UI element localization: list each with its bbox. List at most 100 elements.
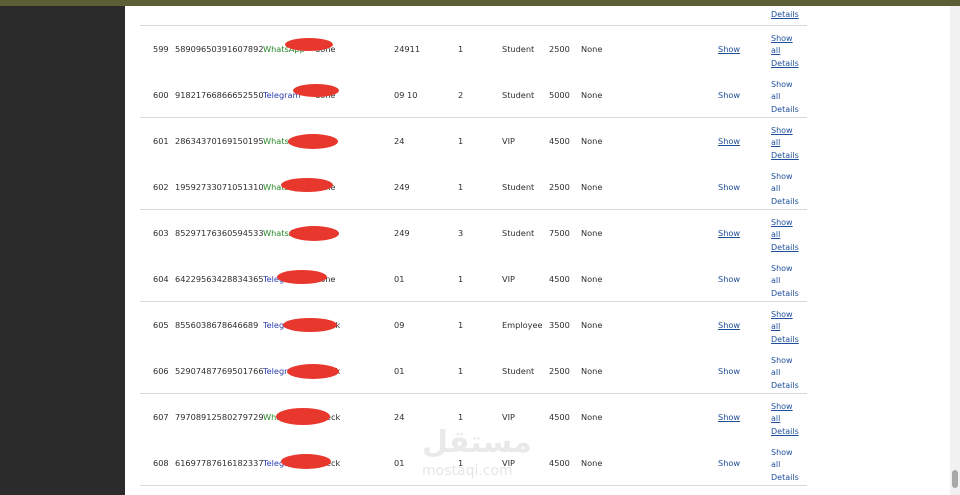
show-all-details-link[interactable]: Show all Details — [771, 447, 811, 484]
details-link-line[interactable]: Details — [771, 58, 811, 70]
order-id: 28634370169150195 — [175, 136, 264, 146]
note: None — [581, 320, 603, 330]
show-link[interactable]: Show — [718, 136, 740, 146]
details-link-line[interactable]: all — [771, 91, 811, 103]
details-link-line[interactable]: Details — [771, 150, 811, 162]
show-link[interactable]: Show — [718, 366, 740, 376]
details-link-line[interactable]: Details — [771, 426, 811, 438]
details-link-line[interactable]: Show — [771, 33, 811, 45]
quantity: 1 — [458, 136, 464, 146]
quantity: 1 — [458, 366, 464, 376]
details-link-line[interactable]: Show — [771, 447, 811, 459]
show-all-details-link[interactable]: Show all Details — [771, 217, 811, 254]
details-link-line[interactable]: Details — [771, 288, 811, 300]
phone-number: 24 — [394, 412, 405, 422]
show-link[interactable]: Show — [718, 274, 740, 284]
watermark-text: mostaqi.com — [422, 463, 513, 479]
details-link-line[interactable]: Details — [771, 104, 811, 116]
details-link-line[interactable]: Show — [771, 309, 811, 321]
note: None — [581, 182, 603, 192]
details-link-line[interactable]: all — [771, 183, 811, 195]
watermark: مستقل mostaqi.com — [402, 425, 542, 487]
phone-number: 09 — [394, 320, 405, 330]
scrollbar-thumb[interactable] — [952, 470, 958, 488]
price: 7500 — [549, 228, 570, 238]
details-link-line[interactable]: all — [771, 459, 811, 471]
price: 4500 — [549, 412, 570, 422]
show-link[interactable]: Show — [718, 320, 740, 330]
details-link-line[interactable]: all — [771, 367, 811, 379]
details-link-line[interactable]: all — [771, 275, 811, 287]
details-link-line[interactable]: Show — [771, 79, 811, 91]
show-all-details-link[interactable]: Show all Details — [771, 263, 811, 300]
row-number: 606 — [153, 366, 169, 376]
details-link-line[interactable]: Show — [771, 171, 811, 183]
vertical-scrollbar[interactable] — [950, 6, 960, 495]
details-link-line[interactable]: Show — [771, 125, 811, 137]
details-link-line[interactable]: Show — [771, 355, 811, 367]
show-link[interactable]: Show — [718, 44, 740, 54]
row-number: 604 — [153, 274, 169, 284]
show-link[interactable]: Show — [718, 412, 740, 422]
table-row: 60652907487769501766TelegramCheck011Stud… — [125, 348, 950, 394]
details-link-line[interactable]: Show — [771, 263, 811, 275]
show-all-details-link[interactable]: Show all Details — [771, 125, 811, 162]
show-all-details-link[interactable]: Show all Details — [771, 171, 811, 208]
order-id: 19592733071051310 — [175, 182, 264, 192]
order-id: 79708912580279729 — [175, 412, 264, 422]
phone-number: 01 — [394, 366, 405, 376]
ticket-category: VIP — [502, 412, 515, 422]
show-link[interactable]: Show — [718, 458, 740, 468]
show-link[interactable]: Show — [718, 90, 740, 100]
details-link-line[interactable]: all — [771, 45, 811, 57]
quantity: 1 — [458, 44, 464, 54]
show-all-details-link[interactable]: Show all Details — [771, 33, 811, 70]
phone-number: 249 — [394, 182, 410, 192]
table-row: 60091821766866652550Telegramdone09 102St… — [125, 72, 950, 118]
table-row: 60385297176360594533WhatsAppdone2493Stud… — [125, 210, 950, 256]
show-link[interactable]: Show — [718, 182, 740, 192]
phone-number: 09 10 — [394, 90, 418, 100]
show-link[interactable]: Show — [718, 228, 740, 238]
phone-number: 249 — [394, 228, 410, 238]
show-all-details-link[interactable]: Show all Details — [771, 309, 811, 346]
price: 2500 — [549, 182, 570, 192]
previous-row-details-link[interactable]: Details — [771, 10, 799, 19]
table-row: 59958909650391607892WhatsAppdone249111St… — [125, 26, 950, 72]
details-link-line[interactable]: all — [771, 321, 811, 333]
details-link-line[interactable]: Details — [771, 380, 811, 392]
show-all-details-link[interactable]: Show all Details — [771, 401, 811, 438]
details-link-line[interactable]: Show — [771, 217, 811, 229]
redaction-mark — [283, 318, 337, 332]
ticket-category: VIP — [502, 136, 515, 146]
details-link-line[interactable]: Details — [771, 196, 811, 208]
note: None — [581, 412, 603, 422]
details-link-line[interactable]: Details — [771, 334, 811, 346]
row-number: 607 — [153, 412, 169, 422]
details-link-line[interactable]: all — [771, 229, 811, 241]
show-all-details-link[interactable]: Show all Details — [771, 79, 811, 116]
row-number: 600 — [153, 90, 169, 100]
note: None — [581, 228, 603, 238]
row-number: 608 — [153, 458, 169, 468]
show-all-details-link[interactable]: Show all Details — [771, 355, 811, 392]
redaction-mark — [281, 178, 333, 192]
watermark-logo: مستقل — [422, 425, 532, 460]
details-link-line[interactable]: all — [771, 137, 811, 149]
ticket-category: VIP — [502, 274, 515, 284]
redaction-mark — [293, 84, 339, 97]
details-link-line[interactable]: Details — [771, 472, 811, 484]
phone-number: 24911 — [394, 44, 421, 54]
details-link-line[interactable]: Show — [771, 401, 811, 413]
quantity: 2 — [458, 90, 464, 100]
details-link-line[interactable]: all — [771, 413, 811, 425]
redaction-mark — [277, 270, 327, 284]
ticket-category: Employee — [502, 320, 543, 330]
price: 3500 — [549, 320, 570, 330]
order-id: 85297176360594533 — [175, 228, 264, 238]
note: None — [581, 458, 603, 468]
redaction-mark — [288, 134, 338, 149]
table-row: 6058556038678646689TelegramCheck091Emplo… — [125, 302, 950, 348]
details-link-line[interactable]: Details — [771, 242, 811, 254]
table-row: 60219592733071051310WhatsAppdone2491Stud… — [125, 164, 950, 210]
